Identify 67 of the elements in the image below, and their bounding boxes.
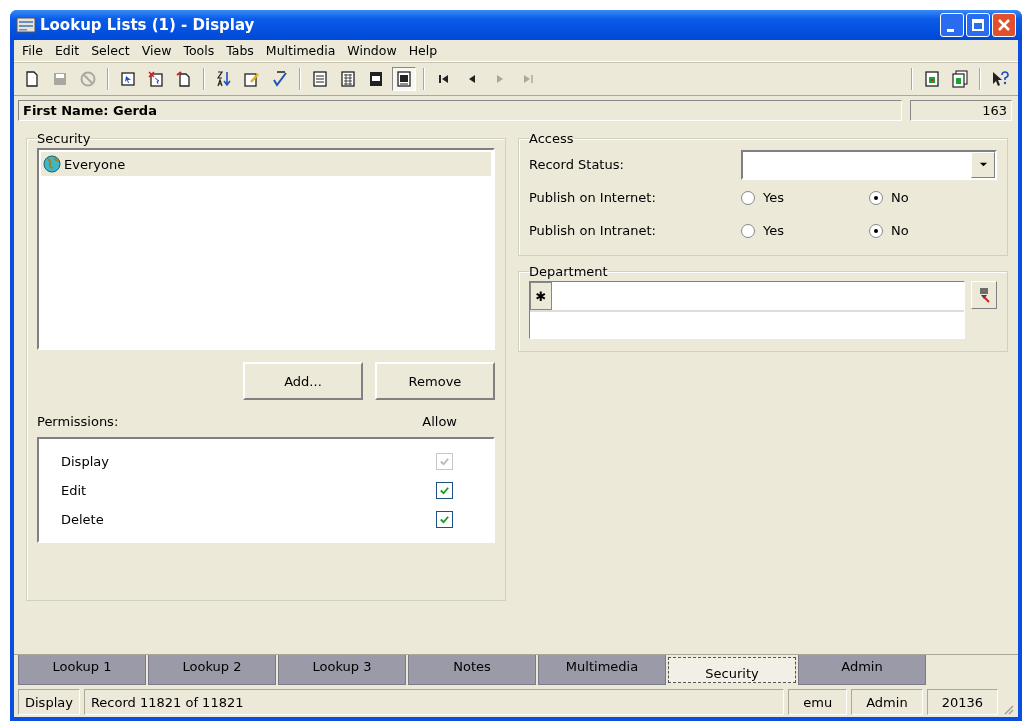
department-field[interactable] — [530, 312, 964, 338]
allow-checkbox[interactable] — [436, 511, 453, 528]
add-button[interactable]: Add... — [243, 362, 363, 400]
permission-label: Display — [61, 454, 109, 469]
checkmark-icon — [439, 514, 450, 525]
close-button[interactable] — [992, 13, 1016, 37]
field-label: Publish on Internet: — [529, 190, 657, 205]
new-row-marker: ✱ — [530, 282, 552, 310]
tab[interactable]: Lookup 3 — [278, 655, 406, 685]
radio-button[interactable] — [741, 190, 755, 205]
tab[interactable]: Lookup 2 — [148, 655, 276, 685]
department-field[interactable] — [552, 282, 964, 310]
radio-option[interactable]: Yes — [741, 190, 869, 205]
radio-button[interactable] — [741, 223, 755, 238]
menu-item[interactable]: View — [135, 42, 178, 59]
radio-button[interactable] — [869, 223, 883, 238]
tab[interactable]: Notes — [408, 655, 536, 685]
tab[interactable]: Security — [668, 657, 796, 683]
status-panel: Display — [18, 689, 80, 715]
radio-button[interactable] — [869, 190, 883, 205]
window-title: Lookup Lists (1) - Display — [40, 16, 256, 34]
resize-grip-icon — [1002, 703, 1014, 715]
menu-item[interactable]: Multimedia — [259, 42, 342, 59]
permission-label: Edit — [61, 483, 87, 498]
status-panel: emu — [788, 689, 848, 715]
group-title: Department — [529, 264, 608, 279]
group-title: Security — [37, 131, 91, 146]
record-title: First Name: Gerda — [18, 100, 902, 121]
allow-label: Allow — [422, 414, 457, 429]
maximize-button[interactable] — [966, 13, 990, 37]
group-title: Access — [529, 131, 574, 146]
menu-item[interactable]: Help — [402, 42, 444, 59]
remove-button[interactable]: Remove — [375, 362, 495, 400]
tab[interactable]: Multimedia — [538, 655, 666, 685]
minimize-icon — [946, 28, 954, 32]
status-panel: Admin — [851, 689, 923, 715]
record-count: 163 — [910, 100, 1012, 121]
status-panel: Record 11821 of 11821 — [83, 689, 785, 715]
status-panel: 20136 — [926, 689, 998, 715]
allow-checkbox[interactable] — [436, 482, 453, 499]
radio-option[interactable]: No — [869, 190, 997, 205]
checkmark-icon — [439, 456, 450, 467]
department-grid[interactable]: ✱ — [529, 281, 965, 339]
permissions-label: Permissions: — [37, 414, 119, 429]
app-icon — [16, 16, 36, 34]
minimize-button[interactable] — [940, 13, 964, 37]
radio-option[interactable]: Yes — [741, 223, 869, 238]
menu-item[interactable]: File — [16, 42, 49, 59]
menu-item[interactable]: Select — [85, 42, 136, 59]
checkmark-icon — [439, 485, 450, 496]
field-label: Publish on Intranet: — [529, 223, 657, 238]
list-item[interactable]: Everyone — [41, 152, 491, 176]
permission-label: Delete — [61, 512, 104, 527]
tab[interactable]: Admin — [798, 655, 926, 685]
menu-item[interactable]: Edit — [48, 42, 86, 59]
globe-icon — [43, 155, 61, 173]
view-image-icon[interactable] — [392, 67, 416, 91]
security-list[interactable]: Everyone — [37, 148, 495, 350]
field-label: Record Status: — [529, 157, 625, 172]
tab[interactable]: Lookup 1 — [18, 655, 146, 685]
record-status-dropdown[interactable] — [741, 149, 997, 180]
menu-item[interactable]: Window — [341, 42, 403, 59]
dropdown-arrow-icon — [978, 160, 988, 169]
menu-item[interactable]: Tools — [177, 42, 221, 59]
radio-option[interactable]: No — [869, 223, 997, 238]
menu-item[interactable]: Tabs — [220, 42, 260, 59]
lookup-icon[interactable] — [971, 281, 997, 309]
